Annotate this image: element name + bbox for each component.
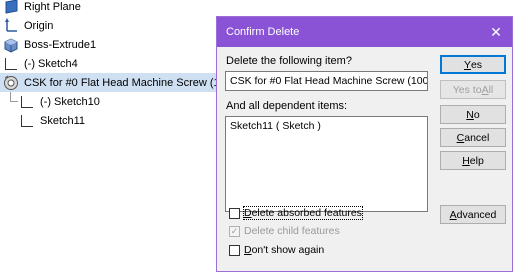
origin-icon [2, 17, 20, 34]
tree-item-label: Origin [24, 19, 54, 32]
tree-item-csk-hole[interactable]: CSK for #0 Flat Head Machine Screw (100)… [0, 73, 242, 92]
no-button[interactable]: No [440, 105, 506, 124]
tree-item-label: Boss-Extrude1 [24, 38, 97, 51]
plane-icon [2, 0, 20, 15]
delete-absorbed-features-checkbox[interactable]: Delete absorbed features [229, 206, 363, 220]
item-to-delete-field[interactable]: CSK for #0 Flat Head Machine Screw (100)… [225, 71, 428, 91]
delete-child-features-checkbox[interactable]: ✓ Delete child features [229, 225, 340, 237]
checkmark-icon[interactable]: ✓ [229, 225, 240, 237]
dont-show-again-checkbox[interactable]: Don't show again [229, 244, 324, 256]
yes-button[interactable]: Yes [440, 55, 506, 74]
tree-item-right-plane[interactable]: Right Plane [2, 0, 81, 16]
tree-item-label: CSK for #0 Flat Head Machine Screw (100)… [24, 76, 242, 89]
checkbox-box[interactable] [229, 207, 240, 219]
sketch-icon [18, 113, 36, 129]
tree-connector [10, 92, 18, 102]
checkbox-box[interactable] [229, 244, 240, 256]
tree-item-label: Right Plane [24, 0, 81, 13]
tree-item-label: (-) Sketch4 [24, 57, 78, 70]
list-item[interactable]: Sketch11 ( Sketch ) [230, 120, 423, 132]
tree-item-boss-extrude1[interactable]: Boss-Extrude1 [2, 35, 96, 54]
dialog-titlebar[interactable]: Confirm Delete ✕ [217, 17, 512, 47]
tree-item-sketch10[interactable]: (-) Sketch10 [18, 92, 100, 111]
hole-wizard-icon [2, 75, 20, 91]
cancel-button[interactable]: Cancel [440, 128, 506, 147]
checkbox-label: Delete child features [244, 225, 340, 237]
checkbox-label: Don't show again [244, 244, 325, 256]
boss-extrude-icon [2, 37, 20, 53]
dependents-label: And all dependent items: [226, 100, 348, 112]
dependents-list[interactable]: Sketch11 ( Sketch ) [225, 116, 428, 212]
sketch-icon [2, 56, 20, 72]
sketch-icon [18, 94, 36, 110]
tree-item-label: Sketch11 [40, 114, 86, 127]
yes-to-all-button[interactable]: Yes to All [440, 80, 506, 99]
tree-item-label: (-) Sketch10 [40, 95, 100, 108]
close-icon[interactable]: ✕ [484, 17, 508, 47]
confirm-delete-dialog: Confirm Delete ✕ Delete the following it… [216, 16, 513, 272]
tree-item-origin[interactable]: Origin [2, 16, 53, 35]
checkbox-label: Delete absorbed features [243, 206, 363, 220]
advanced-button[interactable]: Advanced [440, 205, 506, 224]
tree-item-sketch4[interactable]: (-) Sketch4 [2, 54, 78, 73]
help-button[interactable]: Help [440, 151, 506, 170]
delete-item-label: Delete the following item? [226, 55, 352, 67]
tree-item-sketch11[interactable]: Sketch11 [18, 111, 85, 130]
dialog-title: Confirm Delete [226, 26, 300, 38]
